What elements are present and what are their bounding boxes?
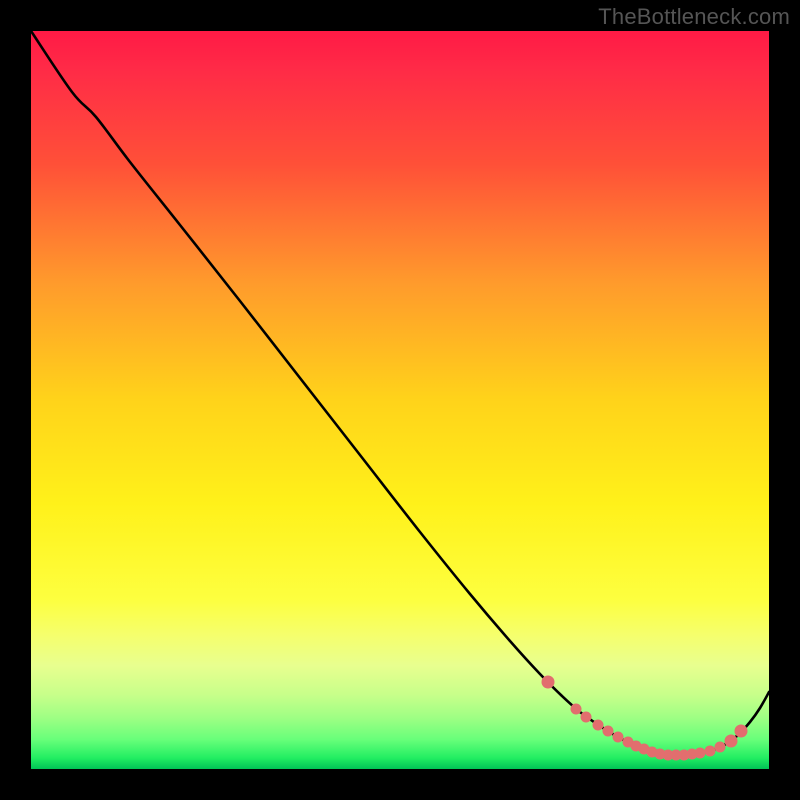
marker-dot: [571, 704, 582, 715]
marker-dot: [593, 720, 604, 731]
marker-dot: [695, 748, 706, 759]
chart-svg: [0, 0, 800, 800]
marker-dot: [581, 712, 592, 723]
marker-dot: [613, 732, 624, 743]
marker-dot: [735, 725, 748, 738]
marker-dot: [603, 726, 614, 737]
marker-dot: [715, 742, 726, 753]
marker-dot: [725, 735, 738, 748]
chart-stage: TheBottleneck.com: [0, 0, 800, 800]
marker-dot: [705, 746, 716, 757]
plot-background: [31, 31, 769, 769]
marker-dot: [542, 676, 555, 689]
